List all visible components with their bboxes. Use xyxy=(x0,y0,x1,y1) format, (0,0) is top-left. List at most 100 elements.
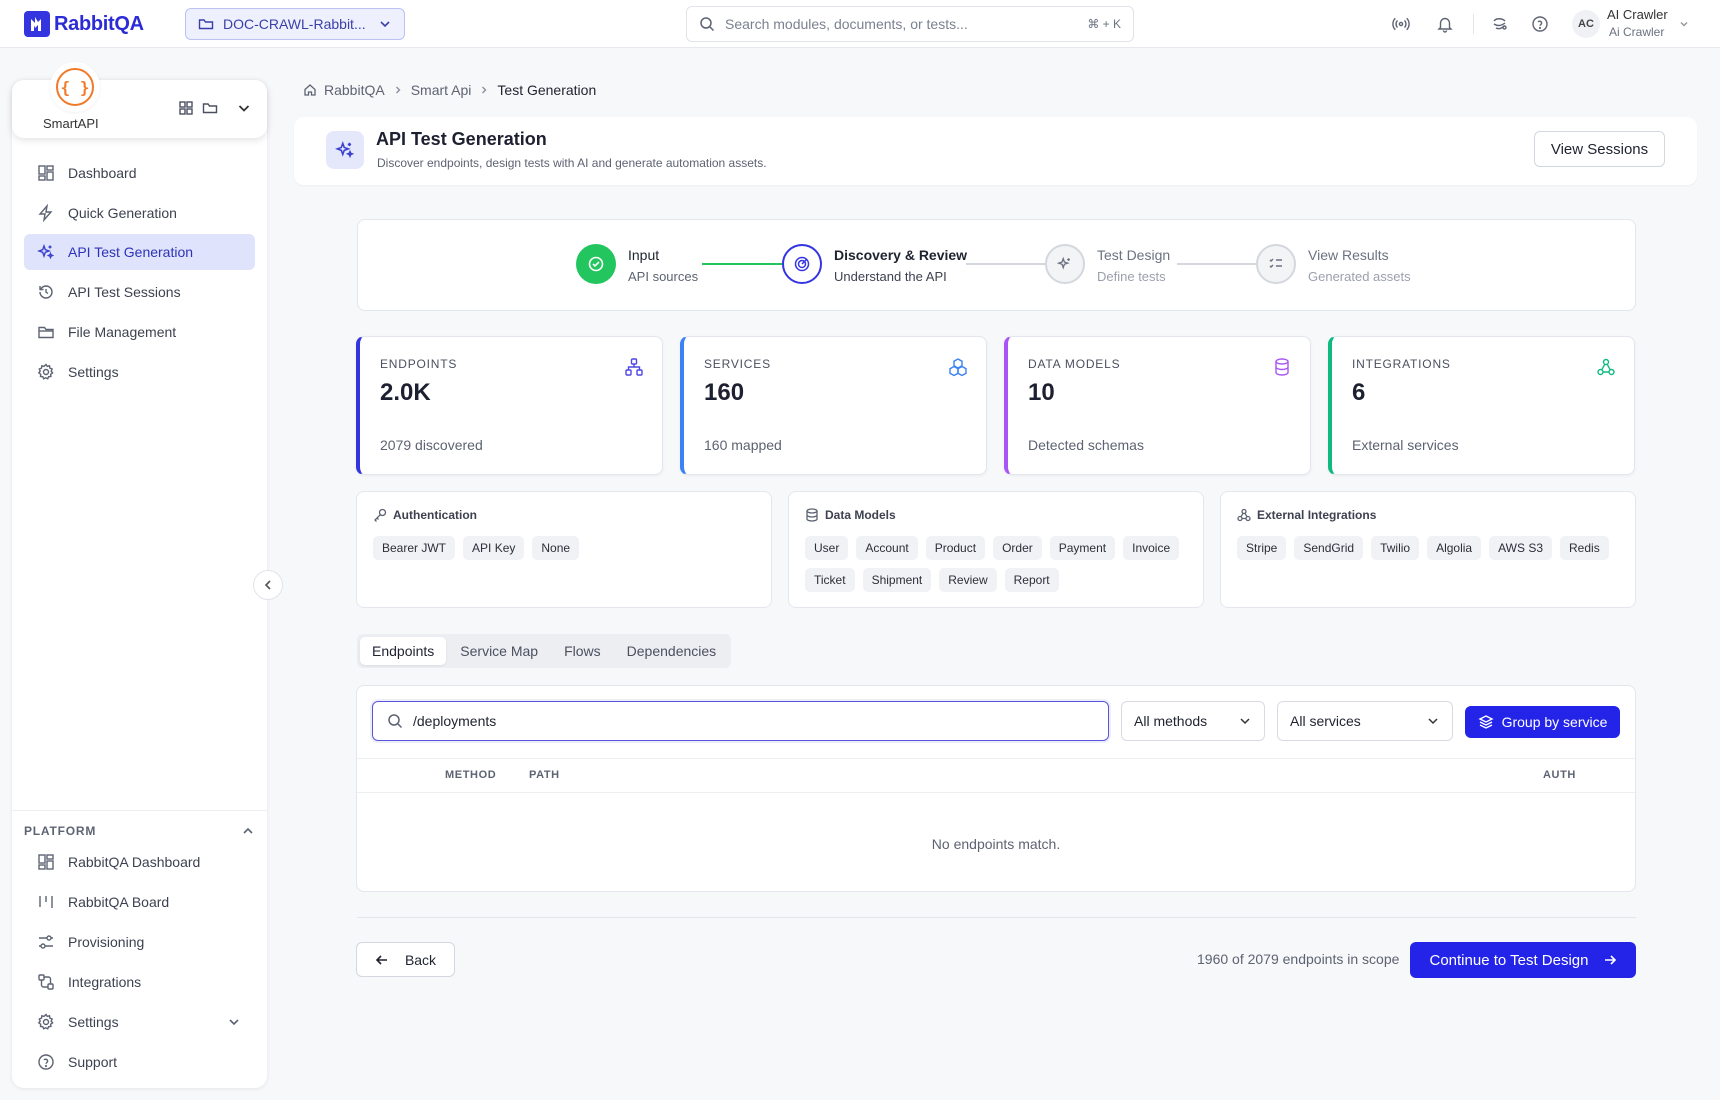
sidebar-item-rabbitqa-board[interactable]: RabbitQA Board xyxy=(24,884,255,920)
palette-icon[interactable] xyxy=(1488,12,1512,36)
lightning-icon xyxy=(36,203,56,223)
page-header: API Test Generation Discover endpoints, … xyxy=(294,117,1697,185)
step-subtitle: Generated assets xyxy=(1308,269,1411,284)
search-input[interactable] xyxy=(725,16,1078,32)
tab-service-map[interactable]: Service Map xyxy=(448,637,550,665)
stat-value: 6 xyxy=(1352,379,1366,406)
grid-icon[interactable] xyxy=(178,100,194,116)
step-title: Input xyxy=(628,247,660,263)
tab-flows[interactable]: Flows xyxy=(552,637,613,665)
user-name[interactable]: AI Crawler xyxy=(1607,6,1668,24)
breadcrumb-current: Test Generation xyxy=(497,82,597,98)
sidebar-item-api-test-sessions[interactable]: API Test Sessions xyxy=(24,274,255,310)
step-test-design[interactable]: Test Design Define tests xyxy=(1045,244,1170,286)
project-name: DOC-CRAWL-Rabbit... xyxy=(223,16,366,32)
sidebar-item-api-test-generation[interactable]: API Test Generation xyxy=(24,234,255,270)
tab-endpoints[interactable]: Endpoints xyxy=(360,637,447,665)
module-switcher[interactable]: { } SmartAPI xyxy=(12,62,267,138)
stat-value: 160 xyxy=(704,379,745,406)
sidebar-item-platform-settings[interactable]: Settings xyxy=(24,1004,255,1040)
sidebar-item-quick-generation[interactable]: Quick Generation xyxy=(24,195,255,231)
sidebar-item-label: RabbitQA Dashboard xyxy=(68,854,201,870)
chip: User xyxy=(805,536,849,560)
endpoint-filter[interactable] xyxy=(372,701,1109,741)
folder-icon[interactable] xyxy=(202,100,218,116)
top-actions-2 xyxy=(1488,12,1552,36)
help-icon[interactable] xyxy=(1528,12,1552,36)
methods-select[interactable]: All methods xyxy=(1121,701,1265,741)
step-view-results[interactable]: View Results Generated assets xyxy=(1256,244,1411,286)
broadcast-icon[interactable] xyxy=(1389,12,1413,36)
chip: Twilio xyxy=(1371,536,1420,560)
breadcrumb-item[interactable]: Smart Api xyxy=(411,82,472,98)
sparkles-icon xyxy=(326,131,364,169)
step-title: Test Design xyxy=(1097,247,1171,263)
stat-card-data-models: DATA MODELS 10 Detected schemas xyxy=(1004,336,1311,475)
gear-icon xyxy=(36,1012,56,1032)
sidebar-item-integrations[interactable]: Integrations xyxy=(24,964,255,1000)
step-title: Discovery & Review xyxy=(834,247,968,263)
checklist-icon xyxy=(1256,244,1296,284)
breadcrumb-item[interactable]: RabbitQA xyxy=(324,82,385,98)
step-title: View Results xyxy=(1308,247,1389,263)
sidebar-item-label: Settings xyxy=(68,1014,119,1030)
view-sessions-button[interactable]: View Sessions xyxy=(1534,131,1665,167)
column-header-path[interactable]: PATH xyxy=(529,769,560,781)
divider xyxy=(357,758,1635,759)
sidebar-item-dashboard[interactable]: Dashboard xyxy=(24,155,255,191)
sidebar-item-settings[interactable]: Settings xyxy=(24,354,255,390)
card-title-text: Authentication xyxy=(393,508,477,522)
project-selector[interactable]: DOC-CRAWL-Rabbit... xyxy=(185,8,405,40)
global-search[interactable]: ⌘ + K xyxy=(686,6,1134,42)
chevron-down-icon[interactable] xyxy=(1678,18,1690,30)
chip-list: Stripe SendGrid Twilio Algolia AWS S3 Re… xyxy=(1237,536,1623,560)
chip: Invoice xyxy=(1123,536,1180,560)
group-by-service-button[interactable]: Group by service xyxy=(1465,706,1620,738)
sidebar-item-label: Settings xyxy=(68,364,119,380)
chip: Account xyxy=(856,536,918,560)
chip: Shipment xyxy=(862,568,932,592)
authentication-card: Authentication Bearer JWT API Key None xyxy=(356,491,772,608)
chevron-down-icon[interactable] xyxy=(236,100,252,116)
column-header-method[interactable]: METHOD xyxy=(445,769,496,781)
chip: SendGrid xyxy=(1294,536,1364,560)
app-logo[interactable]: RabbitQA xyxy=(24,11,144,37)
chevron-down-icon[interactable] xyxy=(227,1015,241,1029)
target-icon xyxy=(782,244,822,284)
step-connector xyxy=(702,263,788,265)
card-title: Authentication xyxy=(373,508,477,522)
sidebar-item-rabbitqa-dashboard[interactable]: RabbitQA Dashboard xyxy=(24,844,255,880)
folder-icon xyxy=(198,16,214,32)
column-header-auth[interactable]: AUTH xyxy=(1543,769,1576,781)
database-icon xyxy=(805,508,819,522)
integrations-icon xyxy=(36,972,56,992)
continue-to-test-design-button[interactable]: Continue to Test Design xyxy=(1410,942,1636,978)
sidebar-item-label: Integrations xyxy=(68,974,142,990)
step-subtitle: API sources xyxy=(628,269,699,284)
sidebar-collapse-button[interactable] xyxy=(253,570,283,600)
step-input[interactable]: Input API sources xyxy=(576,244,698,286)
sparkles-icon xyxy=(36,242,56,262)
module-actions xyxy=(178,100,252,116)
button-label: Back xyxy=(404,951,437,968)
bell-icon[interactable] xyxy=(1433,12,1457,36)
step-subtitle: Define tests xyxy=(1097,269,1166,284)
services-select[interactable]: All services xyxy=(1277,701,1453,741)
sidebar-item-provisioning[interactable]: Provisioning xyxy=(24,924,255,960)
avatar[interactable]: AC xyxy=(1572,10,1600,38)
layers-icon xyxy=(1478,714,1494,730)
rabbit-logo-icon xyxy=(24,11,50,37)
back-button[interactable]: Back xyxy=(356,942,455,977)
tab-dependencies[interactable]: Dependencies xyxy=(615,637,729,665)
endpoint-search-input[interactable] xyxy=(413,713,1094,729)
search-icon xyxy=(699,16,715,32)
step-discovery-review[interactable]: Discovery & Review Understand the API xyxy=(782,244,967,286)
chevron-up-icon[interactable] xyxy=(241,824,255,838)
chip: Redis xyxy=(1560,536,1609,560)
sidebar-item-support[interactable]: Support xyxy=(24,1044,255,1080)
platform-section-header[interactable]: PLATFORM xyxy=(24,819,255,843)
sidebar-item-file-management[interactable]: File Management xyxy=(24,314,255,350)
chip: Product xyxy=(925,536,986,560)
button-label: Group by service xyxy=(1501,714,1608,730)
arrow-right-icon xyxy=(1603,953,1617,967)
